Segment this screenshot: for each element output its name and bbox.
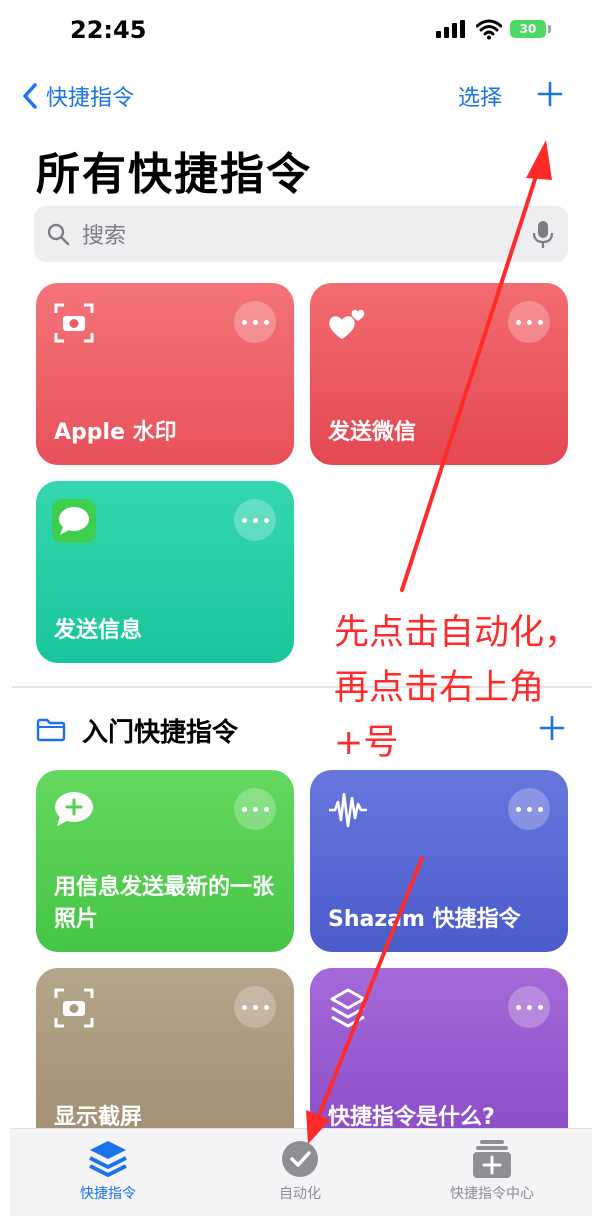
more-options-button[interactable] xyxy=(508,301,550,343)
folder-icon xyxy=(36,718,66,742)
more-options-button[interactable] xyxy=(508,788,550,830)
add-shortcut-button[interactable] xyxy=(536,80,564,108)
wifi-icon xyxy=(476,19,502,40)
tab-label: 快捷指令 xyxy=(80,1186,136,1202)
status-time: 22:45 xyxy=(70,16,147,44)
more-options-button[interactable] xyxy=(234,788,276,830)
more-options-button[interactable] xyxy=(234,986,276,1028)
annotation-text: 先点击自动化，再点击右上角+号 xyxy=(334,613,580,763)
back-button[interactable]: 快捷指令 xyxy=(22,76,134,116)
shortcut-card-apple-watermark[interactable]: Apple 水印 xyxy=(36,283,294,465)
starter-card-shazam[interactable]: Shazam 快捷指令 xyxy=(310,770,568,952)
gallery-icon xyxy=(473,1140,511,1178)
camera-viewfinder-icon xyxy=(54,303,94,343)
select-button[interactable]: 选择 xyxy=(458,80,502,112)
tab-gallery[interactable]: 快捷指令中心 xyxy=(412,1129,572,1216)
messages-app-icon xyxy=(52,499,96,543)
tab-label: 快捷指令中心 xyxy=(450,1186,534,1202)
cellular-signal-icon xyxy=(436,20,465,38)
status-bar: 22:45 30 xyxy=(0,0,600,60)
card-title: Shazam 快捷指令 xyxy=(328,907,521,932)
camera-viewfinder-icon xyxy=(54,988,94,1028)
clock-check-icon xyxy=(282,1141,318,1177)
page-title: 所有快捷指令 xyxy=(36,149,312,200)
more-options-button[interactable] xyxy=(508,986,550,1028)
search-icon xyxy=(47,223,70,246)
tab-automation[interactable]: 自动化 xyxy=(220,1129,380,1216)
message-plus-icon xyxy=(55,792,93,826)
more-options-button[interactable] xyxy=(234,499,276,541)
hearts-icon xyxy=(329,309,365,339)
tab-label: 自动化 xyxy=(279,1186,321,1202)
microphone-icon[interactable] xyxy=(532,220,554,250)
battery-indicator: 30 xyxy=(510,20,546,38)
starter-card-what-is-shortcuts[interactable]: 快捷指令是什么? xyxy=(310,968,568,1150)
more-options-button[interactable] xyxy=(234,301,276,343)
shortcut-card-send-message[interactable]: 发送信息 xyxy=(36,481,294,663)
back-label: 快捷指令 xyxy=(46,86,135,111)
shortcuts-logo-icon xyxy=(330,988,366,1028)
nav-bar: 快捷指令 选择 xyxy=(0,76,600,116)
chevron-left-icon xyxy=(23,83,37,109)
layers-icon xyxy=(89,1141,127,1177)
search-input[interactable] xyxy=(80,216,504,256)
shortcut-card-send-wechat[interactable]: 发送微信 xyxy=(310,283,568,465)
battery-tip xyxy=(548,25,551,33)
tab-bar: 快捷指令 自动化 快捷指令中心 xyxy=(10,1128,592,1216)
card-title: 发送信息 xyxy=(54,618,143,643)
tab-shortcuts[interactable]: 快捷指令 xyxy=(28,1129,188,1216)
card-title: 用信息发送最新的一张照片 xyxy=(54,875,275,932)
waveform-icon xyxy=(329,792,367,828)
card-title: 发送微信 xyxy=(328,420,417,445)
starter-card-show-screenshot[interactable]: 显示截屏 xyxy=(36,968,294,1150)
card-title: Apple 水印 xyxy=(54,420,177,445)
section-title: 入门快捷指令 xyxy=(82,718,239,748)
starter-card-send-photo[interactable]: 用信息发送最新的一张照片 xyxy=(36,770,294,952)
